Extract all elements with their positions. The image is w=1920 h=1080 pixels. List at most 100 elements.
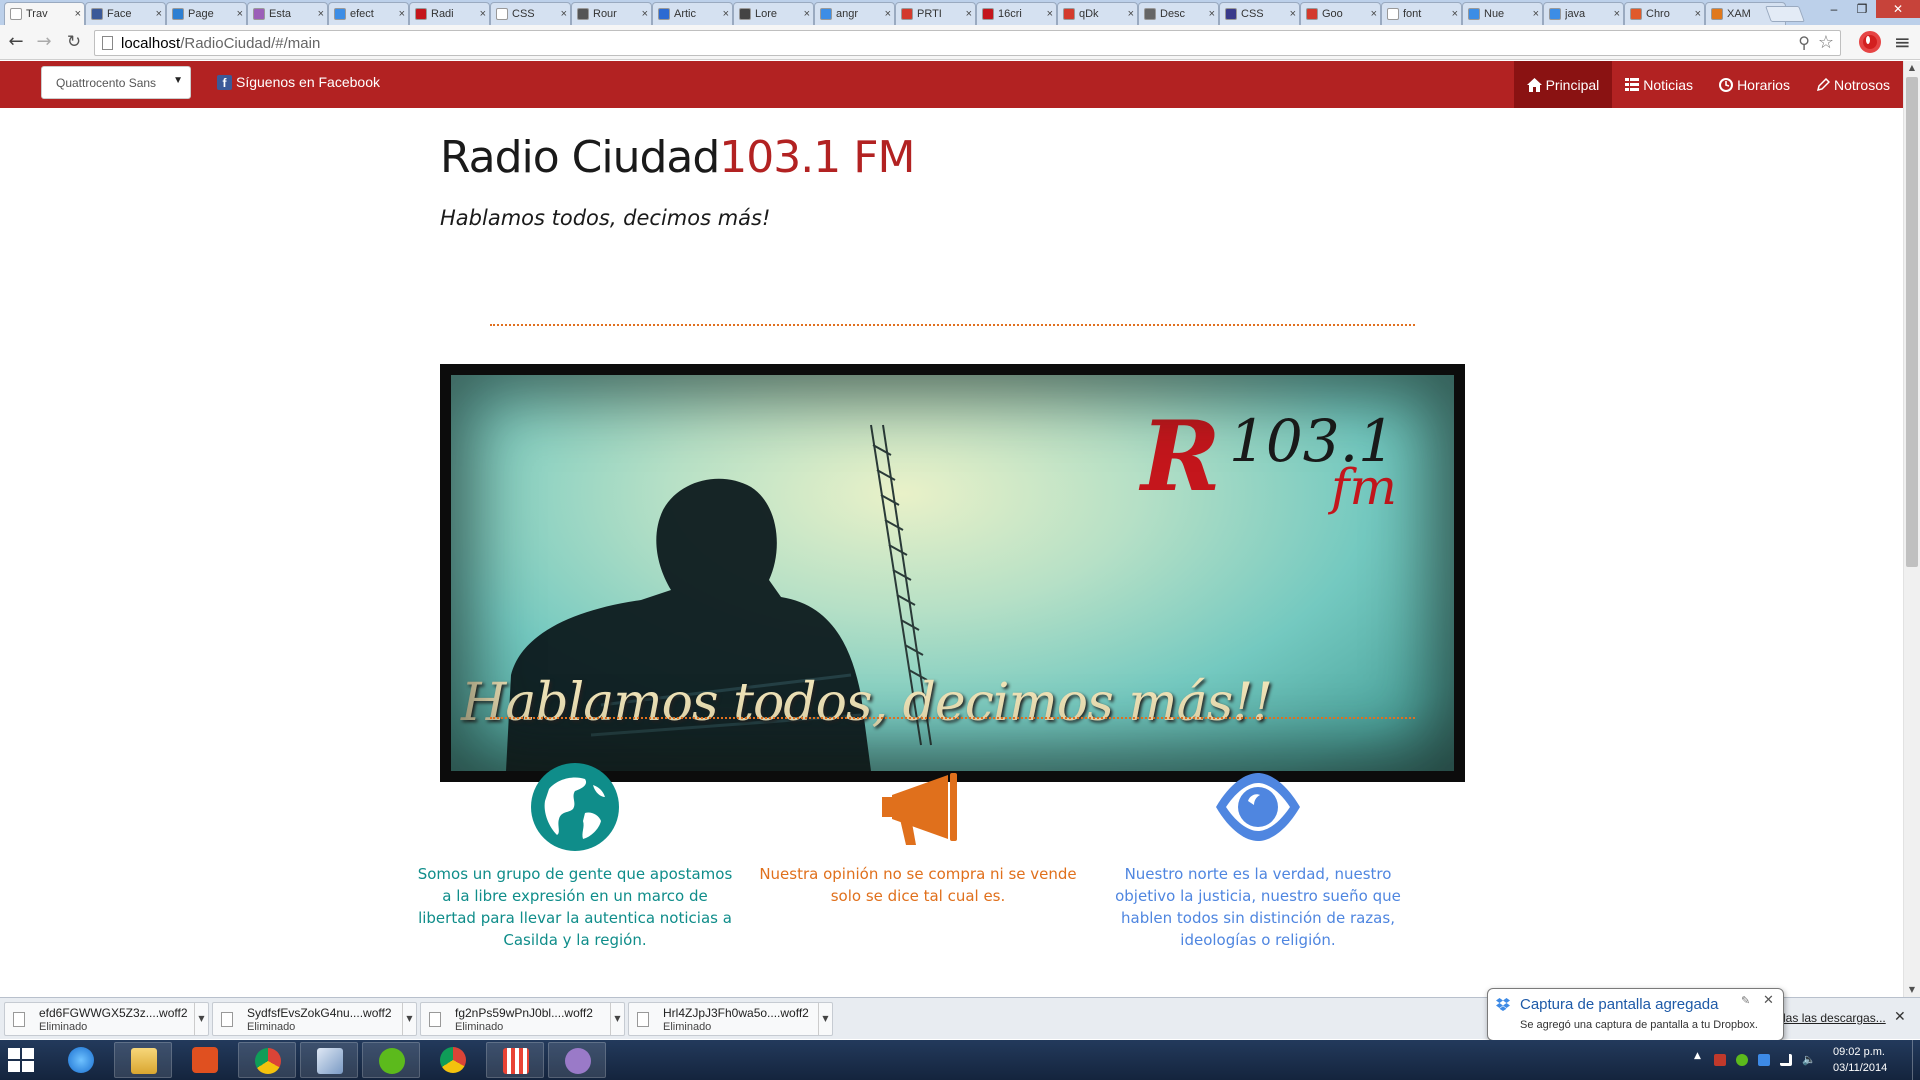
- browser-tab[interactable]: Page ×: [166, 2, 247, 25]
- url-path: /RadioCiudad/#/main: [180, 35, 321, 52]
- tab-close-icon[interactable]: ×: [1614, 8, 1620, 20]
- browser-tab[interactable]: efect ×: [328, 2, 409, 25]
- tab-close-icon[interactable]: ×: [480, 8, 486, 20]
- tab-close-icon[interactable]: ×: [1695, 8, 1701, 20]
- scroll-up-arrow-icon[interactable]: ▲: [1904, 61, 1920, 75]
- clock-time[interactable]: 09:02 p.m.: [1833, 1046, 1885, 1058]
- taskbar-music-player[interactable]: [176, 1042, 234, 1078]
- minimize-button[interactable]: –: [1820, 0, 1848, 18]
- tray-app-icon[interactable]: [1736, 1054, 1748, 1066]
- download-menu-caret-icon[interactable]: ▼: [194, 1003, 208, 1035]
- windows-start-icon[interactable]: [8, 1048, 34, 1072]
- address-bar[interactable]: localhost/RadioCiudad/#/main ⚲ ☆: [94, 30, 1841, 56]
- download-item[interactable]: efd6FGWWGX5Z3z....woff2 Eliminado ▼: [4, 1002, 209, 1036]
- tab-close-icon[interactable]: ×: [1047, 8, 1053, 20]
- new-tab-button[interactable]: [1765, 6, 1805, 22]
- restore-button[interactable]: ❐: [1848, 0, 1876, 18]
- browser-tab[interactable]: Nue ×: [1462, 2, 1543, 25]
- show-hidden-icons-arrow-icon[interactable]: ▲: [1694, 1051, 1701, 1061]
- volume-icon[interactable]: 🔈: [1802, 1054, 1816, 1066]
- nav-item-noticias[interactable]: Noticias: [1612, 61, 1706, 108]
- browser-tab[interactable]: Radi ×: [409, 2, 490, 25]
- tab-favicon-icon: [415, 8, 427, 20]
- tab-close-icon[interactable]: ×: [561, 8, 567, 20]
- notification-title: Captura de pantalla agregada: [1520, 996, 1719, 1013]
- browser-tab[interactable]: CSS ×: [1219, 2, 1300, 25]
- download-menu-caret-icon[interactable]: ▼: [402, 1003, 416, 1035]
- download-menu-caret-icon[interactable]: ▼: [818, 1003, 832, 1035]
- zoom-icon[interactable]: ⚲: [1798, 33, 1810, 52]
- font-select[interactable]: Quattrocento Sans ▼: [41, 66, 191, 99]
- tab-close-icon[interactable]: ×: [885, 8, 891, 20]
- scroll-down-arrow-icon[interactable]: ▼: [1904, 983, 1920, 997]
- tab-close-icon[interactable]: ×: [1533, 8, 1539, 20]
- taskbar-internet-explorer[interactable]: [52, 1042, 110, 1078]
- download-item[interactable]: fg2nPs59wPnJ0bl....woff2 Eliminado ▼: [420, 1002, 625, 1036]
- close-shelf-icon[interactable]: ✕: [1894, 1009, 1906, 1025]
- clock-date[interactable]: 03/11/2014: [1833, 1062, 1887, 1074]
- browser-tab[interactable]: 16cri ×: [976, 2, 1057, 25]
- browser-tab[interactable]: CSS ×: [490, 2, 571, 25]
- tab-close-icon[interactable]: ×: [75, 8, 81, 20]
- taskbar-chrome[interactable]: [238, 1042, 296, 1078]
- reload-button[interactable]: ↻: [62, 30, 86, 54]
- pin-icon[interactable]: ✎: [1741, 994, 1750, 1007]
- scrollbar-thumb[interactable]: [1906, 77, 1918, 567]
- tab-close-icon[interactable]: ×: [723, 8, 729, 20]
- tab-close-icon[interactable]: ×: [966, 8, 972, 20]
- forward-button[interactable]: →: [32, 30, 56, 54]
- network-signal-icon[interactable]: [1780, 1054, 1792, 1066]
- extension-icon[interactable]: [1859, 31, 1881, 53]
- browser-tab[interactable]: Artic ×: [652, 2, 733, 25]
- tab-close-icon[interactable]: ×: [318, 8, 324, 20]
- nav-item-nosotros[interactable]: Notrosos: [1803, 61, 1903, 108]
- tab-close-icon[interactable]: ×: [804, 8, 810, 20]
- show-desktop-button[interactable]: [1912, 1040, 1920, 1080]
- taskbar-app-cube[interactable]: [300, 1042, 358, 1078]
- facebook-link[interactable]: f Síguenos en Facebook: [217, 74, 380, 90]
- taskbar-file-explorer[interactable]: [114, 1042, 172, 1078]
- tab-close-icon[interactable]: ×: [1209, 8, 1215, 20]
- browser-tab[interactable]: java ×: [1543, 2, 1624, 25]
- dropbox-tray-icon[interactable]: [1758, 1054, 1770, 1066]
- close-notification-icon[interactable]: ✕: [1763, 993, 1774, 1008]
- tab-close-icon[interactable]: ×: [1371, 8, 1377, 20]
- tab-close-icon[interactable]: ×: [1290, 8, 1296, 20]
- browser-tab[interactable]: Lore ×: [733, 2, 814, 25]
- browser-tab[interactable]: Trav ×: [4, 2, 85, 25]
- bookmark-star-icon[interactable]: ☆: [1818, 32, 1834, 53]
- tab-close-icon[interactable]: ×: [399, 8, 405, 20]
- dropbox-notification[interactable]: Captura de pantalla agregada Se agregó u…: [1487, 988, 1784, 1041]
- taskbar-chat-app[interactable]: [548, 1042, 606, 1078]
- browser-tab[interactable]: Rour ×: [571, 2, 652, 25]
- nav-item-horarios[interactable]: Horarios: [1706, 61, 1803, 108]
- browser-tab[interactable]: Esta ×: [247, 2, 328, 25]
- browser-tab[interactable]: Goo ×: [1300, 2, 1381, 25]
- tab-close-icon[interactable]: ×: [1128, 8, 1134, 20]
- url-text[interactable]: localhost/RadioCiudad/#/main: [121, 35, 320, 52]
- tab-close-icon[interactable]: ×: [1452, 8, 1458, 20]
- back-button[interactable]: ←: [4, 30, 28, 54]
- taskbar-spotify[interactable]: [362, 1042, 420, 1078]
- browser-tab[interactable]: Desc ×: [1138, 2, 1219, 25]
- download-item[interactable]: Hrl4ZJpJ3Fh0wa5o....woff2 Eliminado ▼: [628, 1002, 833, 1036]
- tab-close-icon[interactable]: ×: [156, 8, 162, 20]
- browser-tab[interactable]: qDk ×: [1057, 2, 1138, 25]
- action-center-flag-icon[interactable]: [1714, 1054, 1726, 1066]
- tab-close-icon[interactable]: ×: [237, 8, 243, 20]
- browser-tab[interactable]: PRTI ×: [895, 2, 976, 25]
- download-item[interactable]: SydfsfEvsZokG4nu....woff2 Eliminado ▼: [212, 1002, 417, 1036]
- tab-title: CSS: [512, 8, 535, 20]
- nav-item-principal[interactable]: Principal: [1513, 61, 1613, 108]
- page-scrollbar[interactable]: ▲ ▼: [1903, 61, 1920, 997]
- taskbar-chrome-2[interactable]: [424, 1042, 482, 1078]
- browser-tab[interactable]: Chro ×: [1624, 2, 1705, 25]
- tab-close-icon[interactable]: ×: [642, 8, 648, 20]
- taskbar-apps-grid[interactable]: [486, 1042, 544, 1078]
- browser-tab[interactable]: Face ×: [85, 2, 166, 25]
- close-window-button[interactable]: ✕: [1876, 0, 1920, 18]
- browser-tab[interactable]: angr ×: [814, 2, 895, 25]
- download-menu-caret-icon[interactable]: ▼: [610, 1003, 624, 1035]
- chrome-menu-icon[interactable]: ≡: [1894, 30, 1911, 54]
- browser-tab[interactable]: font ×: [1381, 2, 1462, 25]
